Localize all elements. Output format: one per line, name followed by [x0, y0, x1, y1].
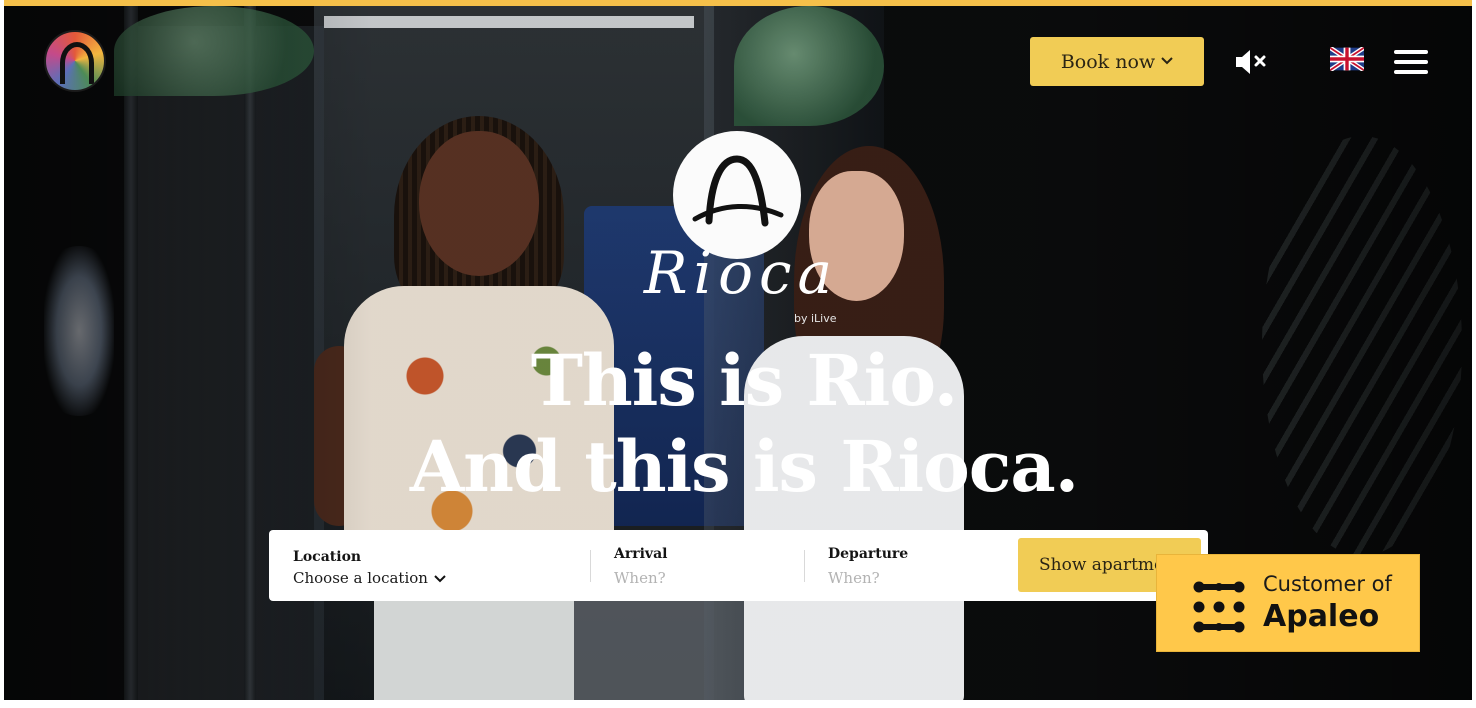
uk-flag-icon[interactable]: [1330, 47, 1364, 71]
chevron-down-icon: [1161, 54, 1173, 69]
divider: [590, 550, 591, 582]
book-now-button[interactable]: Book now: [1030, 37, 1204, 86]
departure-label: Departure: [828, 546, 909, 562]
hero-section: Book now Rioca by iLive This is Rio. And…: [4, 0, 1472, 700]
site-logo[interactable]: [44, 30, 106, 92]
booking-search-bar: Location Choose a location Arrival When?…: [269, 530, 1208, 601]
departure-date-input[interactable]: When?: [828, 569, 880, 587]
badge-prefix: Customer of: [1263, 572, 1392, 596]
location-label: Location: [293, 549, 362, 565]
hero-title-line-2: And this is Rioca.: [409, 425, 1079, 508]
book-now-label: Book now: [1060, 50, 1156, 73]
apaleo-logo-icon: [1193, 581, 1245, 633]
location-select[interactable]: Choose a location: [293, 569, 446, 587]
brand-subtitle: by iLive: [794, 312, 837, 325]
chevron-down-icon: [434, 569, 446, 587]
apaleo-customer-badge[interactable]: Customer of Apaleo: [1156, 554, 1420, 652]
hero-title-line-1: This is Rio.: [530, 339, 958, 422]
location-select-value: Choose a location: [293, 569, 428, 587]
arrival-date-input[interactable]: When?: [614, 569, 666, 587]
speaker-muted-icon[interactable]: [1232, 46, 1272, 78]
divider: [804, 550, 805, 582]
badge-brand-name: Apaleo: [1263, 599, 1380, 634]
hero-title: This is Rio. And this is Rioca.: [254, 338, 1234, 510]
arrival-label: Arrival: [614, 546, 668, 562]
brand-wordmark: Rioca: [643, 239, 839, 307]
arch-icon: [60, 42, 94, 84]
hamburger-menu-icon[interactable]: [1394, 50, 1428, 74]
